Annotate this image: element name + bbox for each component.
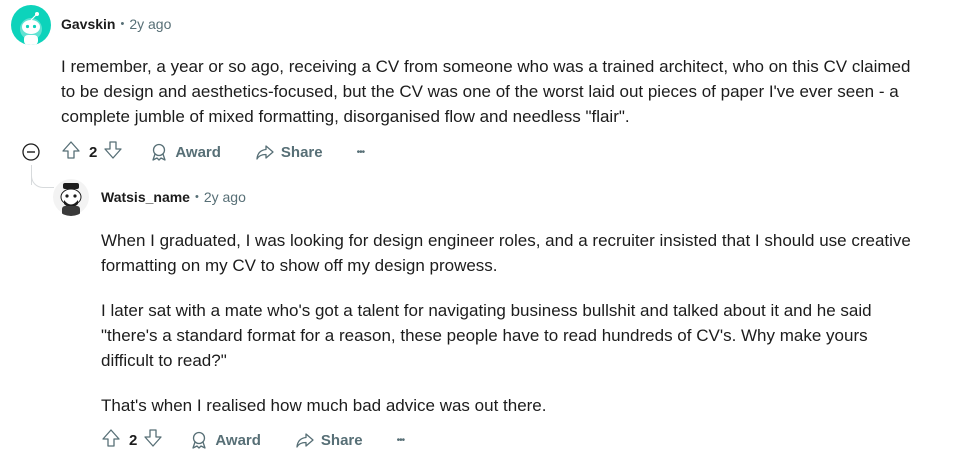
comment-paragraph: I later sat with a mate who's got a tale… bbox=[101, 301, 872, 370]
more-options-button[interactable]: ••• bbox=[357, 147, 365, 158]
vote-count: 2 bbox=[129, 431, 138, 449]
more-dots-icon: ••• bbox=[396, 434, 405, 446]
collapse-button[interactable] bbox=[22, 143, 40, 161]
award-label: Award bbox=[175, 143, 221, 161]
comment-paragraph: I remember, a year or so ago, receiving … bbox=[61, 57, 911, 126]
snoo-avatar-icon bbox=[53, 179, 89, 216]
award-button[interactable]: Award bbox=[189, 430, 261, 450]
more-options-button[interactable]: ••• bbox=[397, 435, 405, 446]
vote-count: 2 bbox=[89, 143, 98, 161]
downvote-button[interactable] bbox=[143, 428, 163, 453]
comment-body: I remember, a year or so ago, receiving … bbox=[61, 54, 921, 129]
comment-age[interactable]: 2y ago bbox=[129, 16, 171, 32]
comment-paragraph: That's when I realised how much bad advi… bbox=[101, 396, 547, 415]
more-dots-icon: ••• bbox=[356, 146, 365, 158]
comment-body: When I graduated, I was looking for desi… bbox=[101, 228, 921, 418]
upvote-arrow-icon bbox=[62, 140, 80, 159]
minus-circle-icon bbox=[22, 143, 40, 161]
comment-header: Watsis_name • 2y ago bbox=[101, 189, 246, 205]
share-icon bbox=[256, 145, 274, 160]
thread-curve bbox=[31, 165, 54, 188]
downvote-button[interactable] bbox=[103, 140, 123, 165]
downvote-arrow-icon bbox=[144, 428, 162, 447]
share-icon bbox=[296, 433, 314, 448]
username[interactable]: Watsis_name bbox=[101, 189, 190, 205]
award-button[interactable]: Award bbox=[149, 142, 221, 162]
comment-paragraph: When I graduated, I was looking for desi… bbox=[101, 231, 911, 275]
avatar-gavskin[interactable] bbox=[11, 5, 51, 45]
upvote-button[interactable] bbox=[101, 428, 121, 453]
award-label: Award bbox=[215, 431, 261, 449]
meta-separator: • bbox=[120, 18, 125, 30]
comment-age[interactable]: 2y ago bbox=[204, 189, 246, 205]
upvote-arrow-icon bbox=[102, 428, 120, 447]
share-button[interactable]: Share bbox=[255, 142, 323, 162]
comment-header: Gavskin • 2y ago bbox=[61, 16, 171, 32]
meta-separator: • bbox=[194, 191, 199, 203]
share-label: Share bbox=[280, 143, 323, 161]
downvote-arrow-icon bbox=[104, 140, 122, 159]
share-button[interactable]: Share bbox=[295, 430, 363, 450]
comment-actions: 2 Award Share ••• bbox=[101, 428, 405, 453]
username[interactable]: Gavskin bbox=[61, 16, 115, 32]
upvote-button[interactable] bbox=[61, 140, 81, 165]
award-icon bbox=[192, 431, 206, 449]
avatar-watsis-name[interactable] bbox=[52, 178, 90, 216]
share-label: Share bbox=[320, 431, 363, 449]
award-icon bbox=[152, 143, 166, 161]
comment-actions: 2 Award Share ••• bbox=[61, 140, 365, 165]
snoo-avatar-icon bbox=[20, 12, 42, 45]
